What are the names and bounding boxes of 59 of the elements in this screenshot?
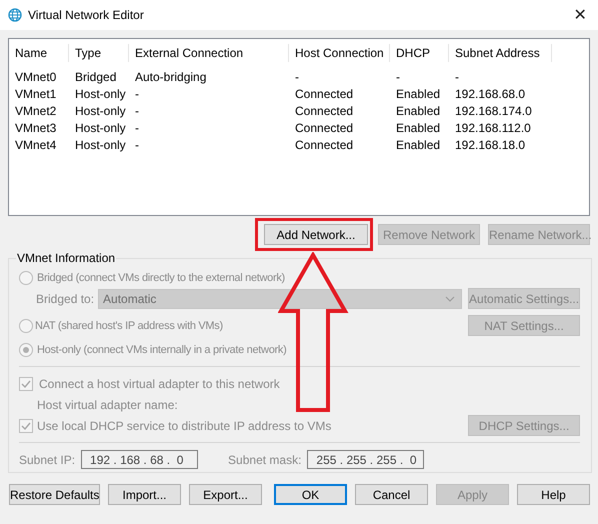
table-cell-text: VMnet2 bbox=[14, 104, 58, 118]
table-cell-text: 192.168.174.0 bbox=[454, 104, 533, 118]
table-cell-text: Enabled bbox=[395, 86, 442, 100]
globe-icon bbox=[8, 8, 22, 22]
table-cell-text: Connected bbox=[294, 120, 354, 134]
subnet-mask-label: Subnet mask: bbox=[228, 452, 302, 466]
table-cell-text: VMnet3 bbox=[14, 120, 58, 134]
column-header[interactable]: Subnet Address bbox=[449, 44, 552, 62]
table-cell-text: Enabled bbox=[395, 104, 442, 118]
table-cell-text: - bbox=[134, 120, 140, 134]
subnet-mask-field[interactable]: 255 . 255 . 255 . 0 bbox=[307, 450, 424, 469]
table-cell-text: Connected bbox=[294, 138, 354, 152]
checkbox-label: Use local DHCP service to distribute IP address to VMs bbox=[37, 418, 332, 432]
table-cell-text: Host-only bbox=[74, 120, 127, 134]
dialog-button[interactable]: Import... bbox=[108, 484, 181, 505]
table-cell-text: - bbox=[454, 70, 460, 84]
group-title: VMnet Information bbox=[16, 251, 116, 265]
column-header[interactable]: Name bbox=[9, 44, 69, 62]
table-cell-text: VMnet4 bbox=[14, 138, 58, 152]
table-cell-text: VMnet0 bbox=[14, 70, 58, 84]
bridged-to-label: Bridged to: bbox=[36, 292, 94, 306]
table-cell-text: VMnet1 bbox=[14, 86, 58, 100]
table-cell-text: Host-only bbox=[74, 86, 127, 100]
radio-label: Host-only (connect VMs internally in a private network) bbox=[37, 344, 286, 356]
dialog-button[interactable]: Help bbox=[517, 484, 590, 505]
column-header[interactable]: External Connection bbox=[129, 44, 289, 62]
table-cell-text: - bbox=[294, 70, 300, 84]
subnet-ip-label: Subnet IP: bbox=[19, 452, 76, 466]
table-cell-text: Host-only bbox=[74, 138, 127, 152]
radio-label: Bridged (connect VMs directly to the external network) bbox=[37, 272, 285, 284]
chevron-down-icon bbox=[445, 296, 456, 302]
column-header[interactable]: DHCP bbox=[390, 44, 449, 62]
table-cell-text: - bbox=[134, 86, 140, 100]
subnet-ip-field[interactable]: 192 . 168 . 68 . 0 bbox=[81, 450, 198, 469]
table-cell-text: Enabled bbox=[395, 120, 442, 134]
table-cell-text: Bridged bbox=[74, 70, 118, 84]
table-cell-text: Host-only bbox=[74, 104, 127, 118]
checkbox-label: Connect a host virtual adapter to this network bbox=[39, 376, 280, 390]
table-cell-text: - bbox=[134, 138, 140, 152]
table-cell-text: Connected bbox=[294, 86, 354, 100]
dialog-button[interactable]: Cancel bbox=[355, 484, 428, 505]
table-cell-text: - bbox=[395, 70, 401, 84]
column-header[interactable]: Host Connection bbox=[289, 44, 390, 62]
radio-label: NAT (shared host's IP address with VMs) bbox=[35, 320, 223, 332]
table-cell-text: Connected bbox=[294, 104, 354, 118]
adapter-name-label: Host virtual adapter name: bbox=[37, 398, 178, 412]
close-button[interactable]: ✕ bbox=[570, 5, 590, 25]
table-cell-text: Auto-bridging bbox=[134, 70, 208, 84]
column-header[interactable]: Type bbox=[69, 44, 129, 62]
dialog-button[interactable]: Export... bbox=[189, 484, 262, 505]
window-title: Virtual Network Editor bbox=[28, 8, 145, 22]
dialog-button[interactable]: Restore Defaults bbox=[9, 484, 100, 505]
table-cell-text: Enabled bbox=[395, 138, 442, 152]
table-cell-text: 192.168.112.0 bbox=[454, 120, 532, 134]
network-button[interactable]: Add Network... bbox=[264, 224, 368, 245]
dialog-button[interactable]: OK bbox=[274, 484, 347, 505]
table-cell-text: - bbox=[134, 104, 140, 118]
table-cell-text: 192.168.18.0 bbox=[454, 138, 526, 152]
table-cell-text: 192.168.68.0 bbox=[454, 86, 526, 100]
